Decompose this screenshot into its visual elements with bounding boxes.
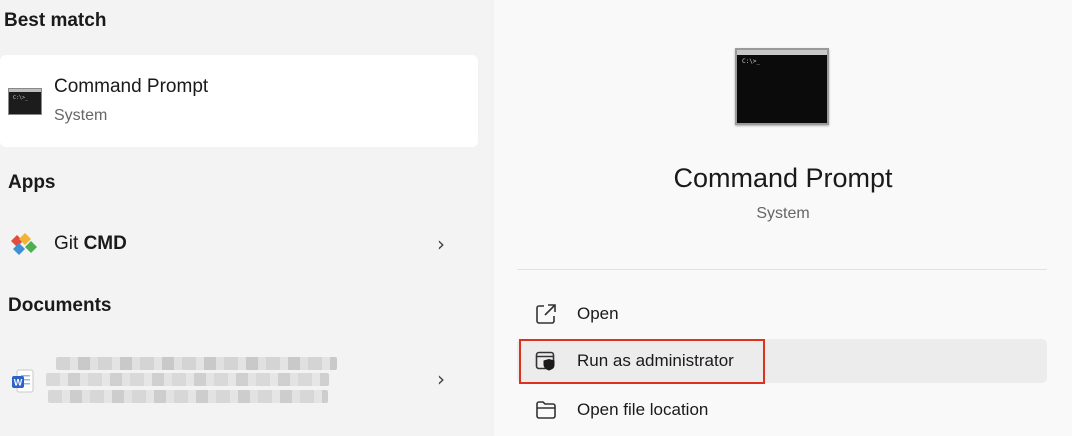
documents-heading: Documents bbox=[8, 295, 112, 316]
document-result[interactable]: W › bbox=[0, 345, 478, 413]
svg-text:W: W bbox=[14, 378, 23, 388]
cmd-terminal-icon: C:\>_ bbox=[8, 88, 42, 115]
open-action[interactable]: Open bbox=[517, 292, 1047, 336]
details-app-name: Command Prompt bbox=[673, 163, 893, 193]
open-file-location-action[interactable]: Open file location bbox=[517, 388, 1047, 432]
apps-heading: Apps bbox=[8, 172, 56, 193]
word-document-icon: W bbox=[12, 369, 34, 393]
open-action-label: Open bbox=[577, 304, 619, 323]
cmd-terminal-icon: C:\>_ bbox=[735, 48, 829, 125]
open-file-location-label: Open file location bbox=[577, 400, 709, 419]
open-external-icon bbox=[536, 304, 556, 324]
chevron-right-icon: › bbox=[437, 367, 445, 391]
best-match-result[interactable]: C:\>_ Command Prompt System bbox=[0, 55, 478, 147]
app-result-git-cmd[interactable]: Git CMD › bbox=[0, 220, 478, 268]
git-diamond-icon bbox=[11, 233, 37, 255]
divider bbox=[517, 269, 1047, 270]
best-match-heading: Best match bbox=[4, 10, 107, 31]
details-app-type: System bbox=[756, 205, 810, 222]
folder-icon bbox=[536, 401, 556, 419]
results-panel: Best match C:\>_ Command Prompt System A… bbox=[0, 0, 494, 436]
chevron-right-icon: › bbox=[437, 232, 445, 256]
details-panel: C:\>_ Command Prompt System Open Run as … bbox=[494, 0, 1072, 436]
best-match-subtitle: System bbox=[54, 107, 108, 124]
run-as-administrator-action[interactable]: Run as administrator bbox=[517, 339, 1047, 383]
shield-admin-icon bbox=[535, 351, 555, 371]
run-as-administrator-label: Run as administrator bbox=[577, 351, 734, 370]
best-match-title: Command Prompt bbox=[54, 76, 209, 97]
app-result-title: Git CMD bbox=[54, 233, 127, 254]
